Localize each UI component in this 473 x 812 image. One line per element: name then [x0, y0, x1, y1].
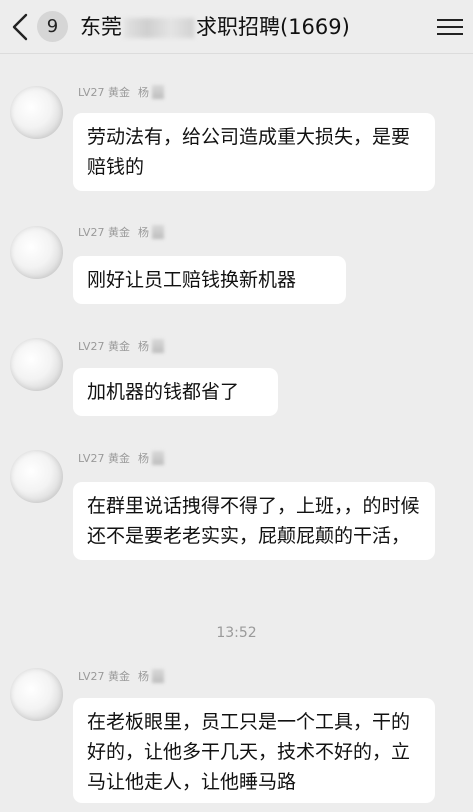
chat-title: 东莞 求职招聘(1669): [80, 12, 413, 42]
sender-name: 杨: [137, 452, 149, 465]
sender-level: LV27 黄金: [78, 670, 130, 683]
sender-meta: LV27 黄金 杨: [78, 668, 164, 684]
avatar[interactable]: [10, 226, 63, 279]
back-chevron-icon[interactable]: [6, 10, 34, 44]
avatar[interactable]: [10, 86, 63, 139]
redacted-blur: [124, 18, 194, 38]
sender-level: LV27 黄金: [78, 226, 130, 239]
sender-name: 杨: [137, 86, 149, 99]
sender-meta: LV27 黄金 杨: [78, 450, 164, 466]
message-bubble[interactable]: 在群里说话拽得不得了，上班，，的时候还不是要老老实实，屁颠屁颠的干活，: [73, 482, 435, 560]
chat-title-prefix: 东莞: [80, 15, 122, 39]
sender-meta: LV27 黄金 杨: [78, 338, 164, 354]
sender-name: 杨: [137, 670, 149, 683]
avatar[interactable]: [10, 668, 63, 721]
redacted-blur: [151, 85, 164, 99]
hamburger-icon[interactable]: [437, 14, 463, 38]
message-bubble[interactable]: 刚好让员工赔钱换新机器: [73, 256, 346, 304]
sender-meta: LV27 黄金 杨: [78, 224, 164, 240]
redacted-blur: [151, 225, 164, 239]
sender-name: 杨: [137, 340, 149, 353]
chat-title-suffix: 求职招聘(1669): [196, 15, 350, 39]
avatar[interactable]: [10, 338, 63, 391]
sender-level: LV27 黄金: [78, 86, 130, 99]
message-bubble[interactable]: 加机器的钱都省了: [73, 368, 278, 416]
message-bubble[interactable]: 在老板眼里，员工只是一个工具，干的好的，让他多干几天，技术不好的，立马让他走人，…: [73, 698, 435, 803]
sender-level: LV27 黄金: [78, 340, 130, 353]
timestamp: 13:52: [216, 625, 257, 641]
avatar[interactable]: [10, 450, 63, 503]
sender-name: 杨: [137, 226, 149, 239]
redacted-blur: [151, 339, 164, 353]
sender-level: LV27 黄金: [78, 452, 130, 465]
unread-count-badge[interactable]: 9: [37, 11, 68, 42]
chat-header: 9 东莞 求职招聘(1669): [0, 0, 473, 54]
sender-meta: LV27 黄金 杨: [78, 84, 164, 100]
redacted-blur: [151, 451, 164, 465]
redacted-blur: [151, 669, 164, 683]
message-bubble[interactable]: 劳动法有，给公司造成重大损失，是要赔钱的: [73, 113, 435, 191]
